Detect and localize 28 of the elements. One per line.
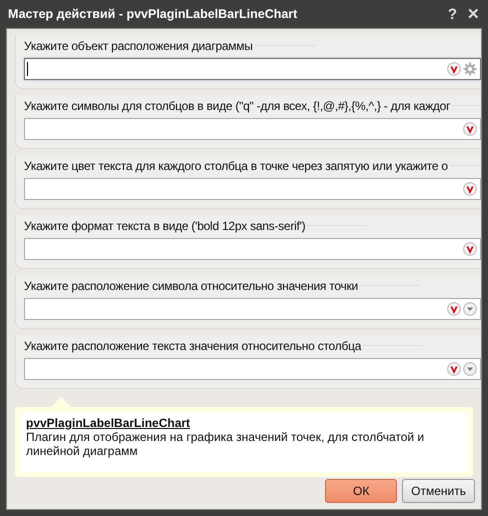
input-field[interactable]	[24, 298, 481, 320]
validation-icon[interactable]	[463, 242, 477, 256]
input-field[interactable]	[24, 358, 481, 380]
text-cursor	[27, 62, 28, 76]
input-field[interactable]	[24, 178, 481, 200]
close-button[interactable]: ✕	[465, 5, 482, 23]
field-label: Укажите расположение текста значения относительно столбца	[24, 338, 362, 352]
input-field[interactable]	[24, 58, 481, 80]
validation-icon[interactable]	[463, 122, 477, 136]
field-label: Укажите символы для столбцов в виде ("q" -для всех, {!,@,#},{%,^,} - для каждог	[24, 98, 450, 112]
field-label: Укажите объект расположения диаграммы	[24, 38, 253, 52]
field-label: Укажите формат текста в виде ('bold 12px sans-serif')	[24, 218, 306, 232]
validation-icon[interactable]	[463, 182, 477, 196]
plugin-description: Плагин для отображения на графика значений точек, для столбчатой и линейной диаграмм	[26, 430, 426, 458]
dropdown-icon[interactable]	[463, 362, 477, 376]
ok-button[interactable]: ОК	[325, 479, 398, 503]
validation-icon[interactable]	[447, 362, 461, 376]
plugin-name: pvvPlaginLabelBarLineChart	[26, 416, 190, 430]
input-field[interactable]	[24, 118, 481, 140]
validation-icon[interactable]	[447, 62, 461, 76]
field-label: Укажите цвет текста для каждого столбца в точке через запятую или укажите о	[24, 158, 448, 172]
field-label: Укажите расположение символа относительно значения точки	[24, 278, 358, 292]
input-field[interactable]	[24, 238, 481, 260]
cancel-button[interactable]: Отменить	[402, 479, 475, 503]
window-title: Мастер действий - pvvPlaginLabelBarLineChart	[7, 7, 298, 21]
dropdown-icon[interactable]	[463, 302, 477, 316]
help-button[interactable]: ?	[446, 6, 459, 22]
validation-icon[interactable]	[447, 302, 461, 316]
